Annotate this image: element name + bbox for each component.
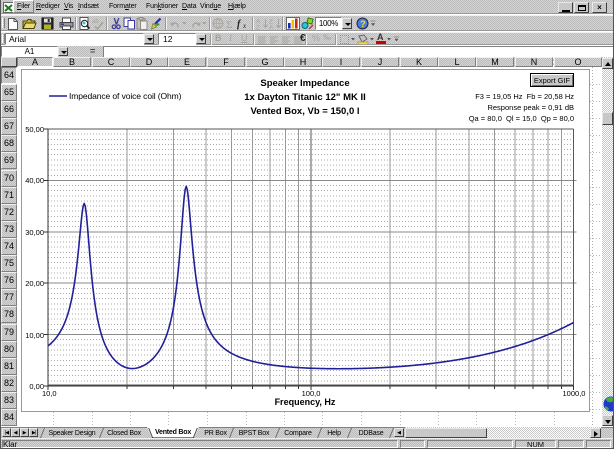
svg-text:f: f (237, 19, 242, 30)
svg-text:A: A (269, 25, 274, 31)
svg-text:?: ? (360, 19, 366, 29)
svg-text:ab: ab (92, 19, 99, 25)
svg-text:Σ: Σ (226, 19, 232, 30)
svg-text:x: x (242, 22, 247, 30)
svg-text:Z: Z (256, 25, 260, 31)
